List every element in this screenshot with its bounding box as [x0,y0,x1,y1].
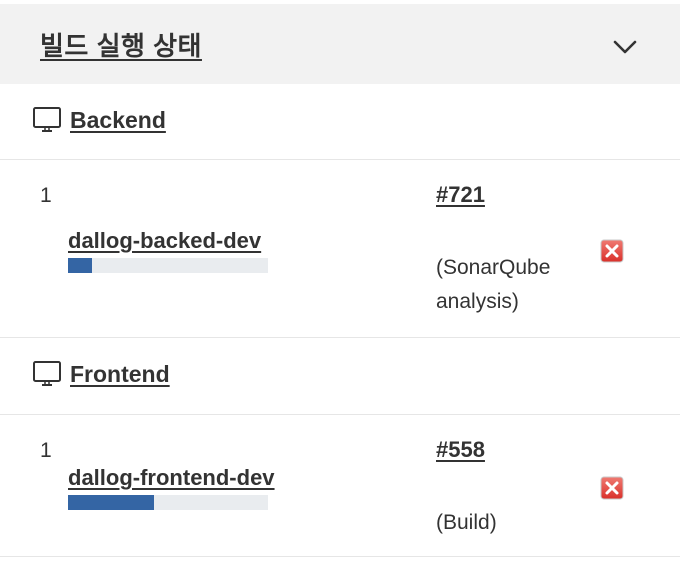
build-progress-bar[interactable] [68,258,268,273]
job-row: 1 dallog-frontend-dev #558 (Build) [0,415,680,556]
build-stage-label: (SonarQube analysis) [436,256,551,313]
group-row-backend: Backend [0,84,680,160]
build-stage-label: (Build) [436,511,497,534]
group-link-backend[interactable]: Backend [32,106,166,134]
progress-fill [68,495,154,510]
build-progress-bar[interactable] [68,495,268,510]
divider [0,556,680,557]
monitor-icon [33,107,61,132]
job-index: 1 [40,184,52,207]
build-executor-status-panel: 빌드 실행 상태 Backend 1 dallog-backed-dev #72… [0,0,680,566]
job-name-link[interactable]: dallog-frontend-dev [68,465,275,491]
group-link-frontend[interactable]: Frontend [32,360,170,388]
panel-title-link[interactable]: 빌드 실행 상태 [40,26,202,63]
chevron-down-icon[interactable] [612,38,638,56]
job-row: 1 dallog-backed-dev #721 (SonarQube anal… [0,160,680,337]
panel-header: 빌드 실행 상태 [0,4,680,84]
group-row-frontend: Frontend [0,338,680,414]
build-number-link[interactable]: #558 [436,437,485,463]
stop-icon[interactable] [600,476,624,500]
group-name: Frontend [70,360,170,387]
job-name-link[interactable]: dallog-backed-dev [68,228,261,254]
monitor-icon [33,361,61,386]
job-index: 1 [40,439,52,462]
build-number-link[interactable]: #721 [436,182,485,208]
progress-fill [68,258,92,273]
group-name: Backend [70,106,166,133]
stop-icon[interactable] [600,239,624,263]
